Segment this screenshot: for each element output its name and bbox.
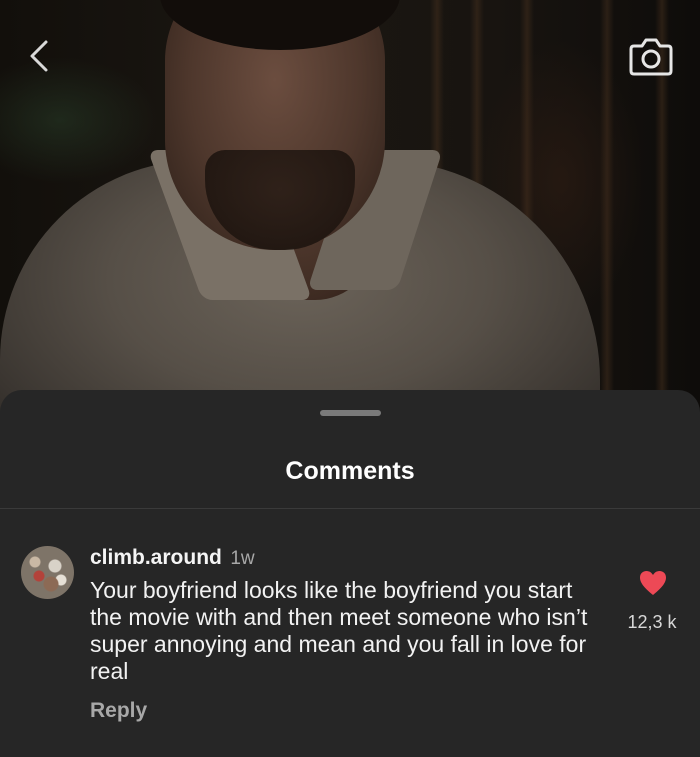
- comment-timestamp: 1w: [230, 548, 255, 569]
- camera-icon: [629, 38, 673, 76]
- like-button[interactable]: [639, 570, 667, 596]
- like-count: 12,3 k: [627, 612, 677, 632]
- camera-button[interactable]: [628, 35, 674, 77]
- reply-button[interactable]: Reply: [90, 697, 147, 725]
- comment-username[interactable]: climb.around: [90, 546, 222, 569]
- comments-sheet: Comments climb.around 1w Your boyfriend …: [0, 390, 700, 757]
- chevron-left-icon: [30, 40, 48, 72]
- drag-handle[interactable]: [320, 410, 381, 416]
- back-button[interactable]: [22, 36, 62, 76]
- avatar[interactable]: [21, 546, 74, 599]
- comment-header: climb.around 1w: [90, 544, 255, 572]
- heart-icon: [640, 571, 666, 595]
- comment-text: Your boyfriend looks like the boyfriend …: [90, 577, 588, 684]
- comment-item: climb.around 1w Your boyfriend looks lik…: [0, 508, 700, 757]
- reel-comments-screen: Comments climb.around 1w Your boyfriend …: [0, 0, 700, 757]
- sheet-title: Comments: [285, 457, 415, 485]
- top-bar: [0, 0, 700, 110]
